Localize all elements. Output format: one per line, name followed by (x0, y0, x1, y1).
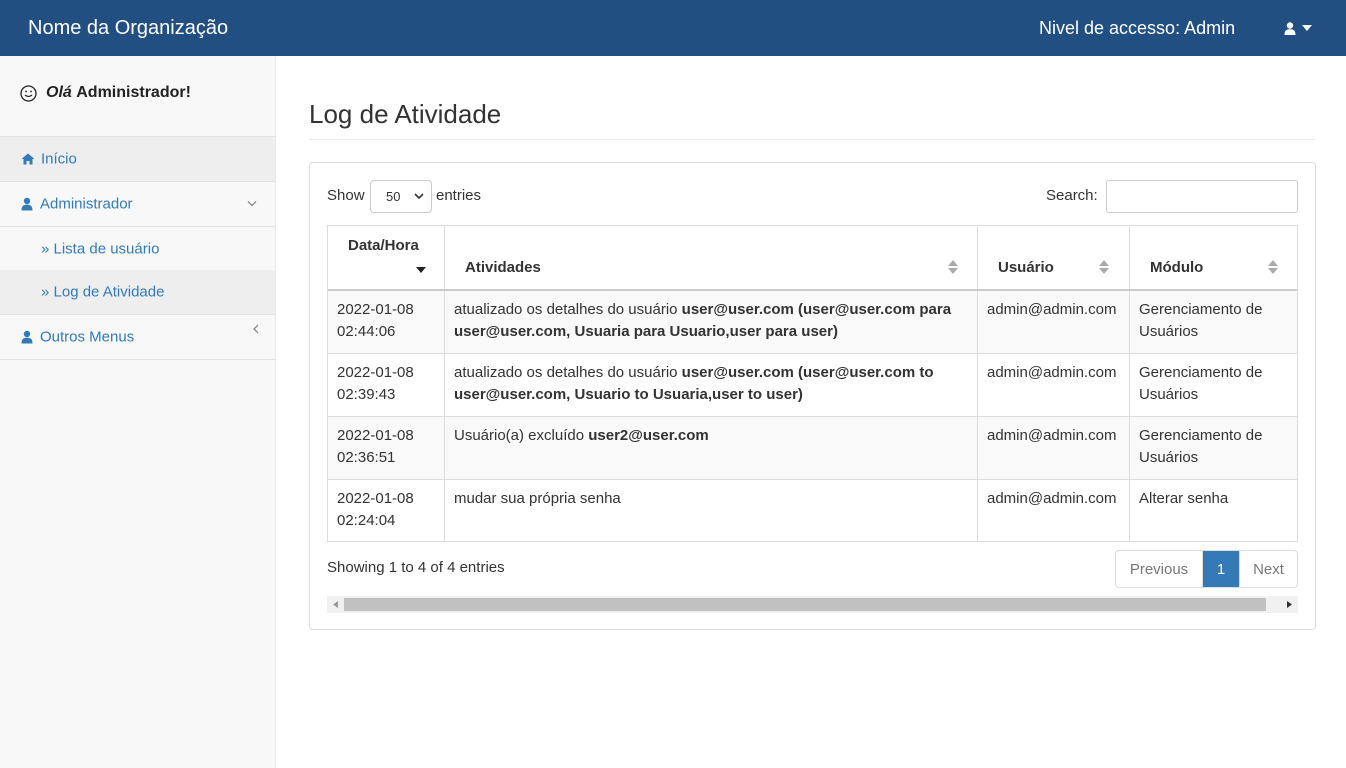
column-header-atividades[interactable]: Atividades (445, 226, 978, 290)
scroll-right-icon[interactable] (1287, 601, 1292, 608)
cell-activity: atualizado os detalhes do usuário user@u… (445, 354, 978, 416)
column-header-data-hora[interactable]: Data/Hora (328, 226, 445, 290)
entries-label: entries (436, 187, 482, 204)
chevron-down-icon (414, 193, 424, 200)
next-page-button[interactable]: Next (1239, 551, 1297, 587)
cell-user: admin@admin.com (978, 291, 1130, 354)
column-header-label: Usuário (998, 259, 1054, 276)
cell-user: admin@admin.com (978, 417, 1130, 479)
column-header-modulo[interactable]: Módulo (1130, 226, 1297, 290)
user-icon (21, 197, 33, 211)
cell-date: 2022-01-08 02:44:06 (328, 291, 445, 354)
column-header-usuario[interactable]: Usuário (978, 226, 1130, 290)
sidebar-subitem-lista-usuario[interactable]: » Lista de usuário (0, 227, 275, 270)
greeting: Olá Administrador! (20, 82, 191, 104)
column-header-label: Data/Hora (348, 237, 419, 254)
greeting-prefix: Olá (46, 84, 72, 101)
cell-activity: Usuário(a) excluído user2@user.com (445, 417, 978, 479)
cell-user: admin@admin.com (978, 480, 1130, 542)
cell-activity: atualizado os detalhes do usuário user@u… (445, 291, 978, 354)
sidebar-item-label: » Lista de usuário (41, 240, 160, 257)
smile-icon (20, 84, 37, 102)
user-menu-toggle[interactable] (1284, 17, 1312, 39)
page-1-button[interactable]: 1 (1203, 551, 1239, 587)
sort-desc-icon (416, 267, 426, 273)
greeting-name: Administrador! (76, 84, 191, 101)
scrollbar-thumb[interactable] (344, 598, 1266, 611)
scroll-left-icon[interactable] (333, 601, 338, 608)
sidebar-item-inicio[interactable]: Início (0, 136, 275, 182)
sidebar-item-label: Início (41, 150, 77, 168)
cell-module: Alterar senha (1139, 490, 1229, 507)
sidebar: Olá Administrador! Início Administrador … (0, 56, 276, 768)
search-input[interactable] (1106, 180, 1298, 213)
cell-module: Gerenciamento de Usuários (1139, 427, 1263, 466)
table-row: 2022-01-08 02:36:51 Usuário(a) excluído u… (328, 416, 1297, 479)
cell-user: admin@admin.com (978, 354, 1130, 416)
title-divider (309, 139, 1316, 140)
table-row: 2022-01-08 02:24:04 mudar sua própria sen… (328, 479, 1297, 542)
sidebar-item-outros-menus[interactable]: Outros Menus (0, 315, 275, 360)
sort-both-icon (1099, 260, 1109, 274)
search-label: Search: (1046, 187, 1098, 204)
show-label: Show (327, 187, 365, 204)
sidebar-item-label: Administrador (40, 195, 133, 213)
cell-date: 2022-01-08 02:36:51 (328, 417, 445, 479)
chevron-down-icon (247, 201, 257, 207)
sidebar-item-label: Outros Menus (40, 328, 135, 346)
pagination: Previous 1 Next (1115, 550, 1298, 588)
page-length-value: 50 (386, 189, 401, 204)
table-row: 2022-01-08 02:39:43 atualizado os detalhe… (328, 353, 1297, 416)
table-row: 2022-01-08 02:44:06 atualizado os detalhe… (328, 291, 1297, 354)
column-header-label: Módulo (1150, 259, 1204, 276)
cell-module: Gerenciamento de Usuários (1139, 301, 1263, 340)
sort-both-icon (1268, 260, 1278, 274)
cell-date: 2022-01-08 02:24:04 (328, 480, 445, 542)
table-info: Showing 1 to 4 of 4 entries (327, 559, 505, 576)
home-icon (21, 153, 35, 165)
top-navbar: Nome da Organização Nivel de accesso: Ad… (0, 0, 1346, 56)
user-icon (1284, 21, 1296, 35)
page-title: Log de Atividade (309, 99, 502, 129)
column-header-label: Atividades (465, 259, 541, 276)
horizontal-scrollbar[interactable] (327, 596, 1298, 613)
sidebar-subitem-log-atividade[interactable]: » Log de Atividade (0, 270, 275, 315)
sidebar-item-label: » Log de Atividade (41, 283, 165, 301)
previous-page-button[interactable]: Previous (1116, 551, 1203, 587)
sort-both-icon (948, 260, 958, 274)
access-level: Nivel de accesso: Admin (1039, 18, 1236, 38)
chevron-left-icon (253, 324, 259, 334)
cell-date: 2022-01-08 02:39:43 (328, 354, 445, 416)
cell-module: Gerenciamento de Usuários (1139, 364, 1263, 403)
page-length-select[interactable]: 50 (370, 180, 432, 213)
caret-down-icon (1302, 25, 1312, 31)
cell-activity: mudar sua própria senha (445, 480, 978, 542)
user-icon (21, 330, 33, 344)
brand-name[interactable]: Nome da Organização (28, 16, 228, 40)
activity-log-table: Data/Hora Atividades Usuário Módulo 2022… (327, 225, 1298, 542)
sidebar-item-administrador[interactable]: Administrador (0, 182, 275, 227)
